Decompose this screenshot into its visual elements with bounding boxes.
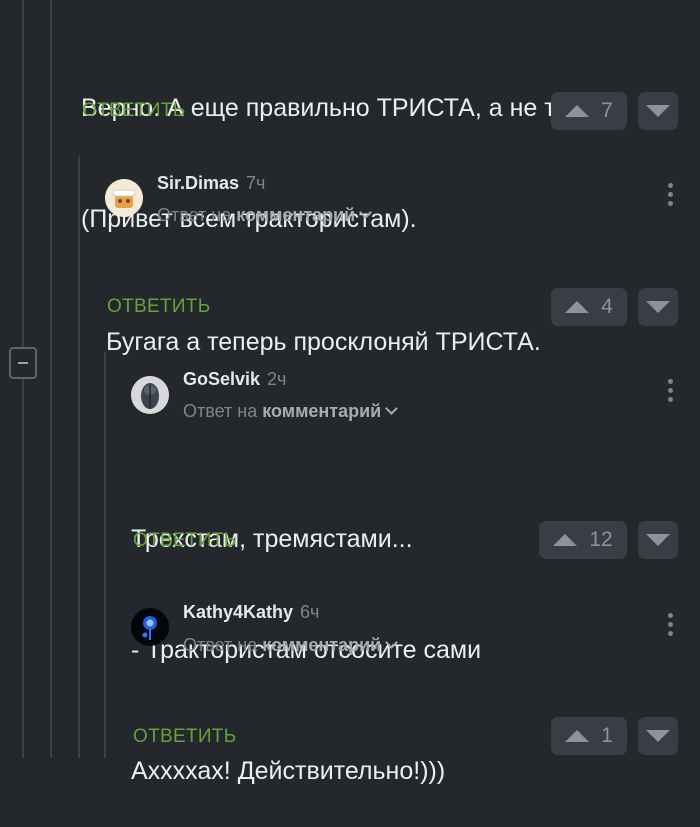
collapse-thread-button[interactable] bbox=[9, 347, 37, 379]
chevron-down-icon bbox=[385, 402, 399, 415]
rating-count: 7 bbox=[601, 99, 613, 122]
chevron-down-icon bbox=[385, 636, 399, 649]
avatar-image bbox=[105, 179, 143, 217]
author-name[interactable]: Sir.Dimas bbox=[157, 173, 239, 193]
avatar-image bbox=[131, 376, 169, 414]
triangle-up-icon bbox=[565, 105, 590, 117]
author-name[interactable]: Kathy4Kathy bbox=[183, 602, 293, 622]
downvote-button[interactable] bbox=[638, 288, 678, 326]
reply-to-prefix: Ответ на bbox=[157, 205, 232, 225]
rating-count: 4 bbox=[601, 295, 613, 318]
triangle-up-icon bbox=[553, 534, 578, 546]
triangle-up-icon bbox=[565, 301, 590, 313]
reply-to-prefix: Ответ на bbox=[183, 635, 258, 655]
triangle-down-icon bbox=[646, 301, 670, 313]
comment-time: 6ч bbox=[300, 602, 320, 622]
downvote-button[interactable] bbox=[638, 717, 678, 755]
rating-count: 1 bbox=[601, 724, 613, 747]
comment-time: 2ч bbox=[267, 369, 287, 389]
reply-to-meta[interactable]: Ответ на комментарий bbox=[183, 635, 399, 656]
kebab-menu-icon[interactable] bbox=[665, 183, 675, 211]
thread-line-level-3 bbox=[78, 156, 80, 758]
comment-header: GoSelvik 2ч bbox=[183, 369, 286, 390]
comment-text: Бугага а теперь просклоняй ТРИСТА. bbox=[106, 250, 541, 398]
rating-count: 12 bbox=[589, 528, 613, 551]
comment-text: Аххххах! Действительно!))) bbox=[131, 679, 445, 827]
upvote-button[interactable]: 12 bbox=[539, 521, 627, 559]
reply-to-meta[interactable]: Ответ на комментарий bbox=[183, 401, 399, 422]
reply-to-link[interactable]: комментарий bbox=[262, 635, 381, 655]
upvote-button[interactable]: 4 bbox=[551, 288, 627, 326]
comment-text: Трехстам, тремястами... - Трактористам о… bbox=[131, 447, 481, 706]
chevron-down-icon bbox=[359, 206, 373, 219]
reply-to-link[interactable]: комментарий bbox=[262, 401, 381, 421]
reply-button[interactable]: ОТВЕТИТЬ bbox=[133, 530, 236, 552]
avatar-image bbox=[131, 608, 169, 646]
comment-header: Sir.Dimas 7ч bbox=[157, 173, 265, 194]
minus-icon bbox=[18, 362, 28, 364]
thread-line-level-1-lower bbox=[22, 379, 24, 758]
triangle-down-icon bbox=[646, 105, 670, 117]
comment-time: 7ч bbox=[246, 173, 266, 193]
reply-button[interactable]: ОТВЕТИТЬ bbox=[133, 726, 236, 748]
upvote-button[interactable]: 1 bbox=[551, 717, 627, 755]
author-name[interactable]: GoSelvik bbox=[183, 369, 260, 389]
reply-button[interactable]: ОТВЕТИТЬ bbox=[82, 100, 185, 122]
upvote-button[interactable]: 7 bbox=[551, 92, 627, 130]
thread-line-level-2 bbox=[50, 0, 52, 758]
reply-to-link[interactable]: комментарий bbox=[236, 205, 355, 225]
triangle-up-icon bbox=[565, 730, 590, 742]
downvote-button[interactable] bbox=[638, 92, 678, 130]
avatar[interactable] bbox=[131, 608, 169, 646]
downvote-button[interactable] bbox=[638, 521, 678, 559]
comment-text-line: Бугага а теперь просклоняй ТРИСТА. bbox=[106, 328, 541, 356]
thread-line-level-1 bbox=[22, 0, 24, 347]
triangle-down-icon bbox=[646, 730, 670, 742]
triangle-down-icon bbox=[646, 534, 670, 546]
thread-line-level-4 bbox=[104, 352, 106, 758]
kebab-menu-icon[interactable] bbox=[665, 379, 675, 407]
reply-button[interactable]: ОТВЕТИТЬ bbox=[107, 296, 210, 318]
reply-to-prefix: Ответ на bbox=[183, 401, 258, 421]
kebab-menu-icon[interactable] bbox=[665, 613, 675, 641]
comment-text: Верно. А еще правильно ТРИСТА, а не трес… bbox=[81, 16, 628, 275]
avatar[interactable] bbox=[131, 376, 169, 414]
comment-text-line: Аххххах! Действительно!))) bbox=[131, 757, 446, 785]
reply-to-meta[interactable]: Ответ на комментарий bbox=[157, 205, 373, 226]
avatar[interactable] bbox=[105, 179, 143, 217]
comment-header: Kathy4Kathy 6ч bbox=[183, 602, 319, 623]
